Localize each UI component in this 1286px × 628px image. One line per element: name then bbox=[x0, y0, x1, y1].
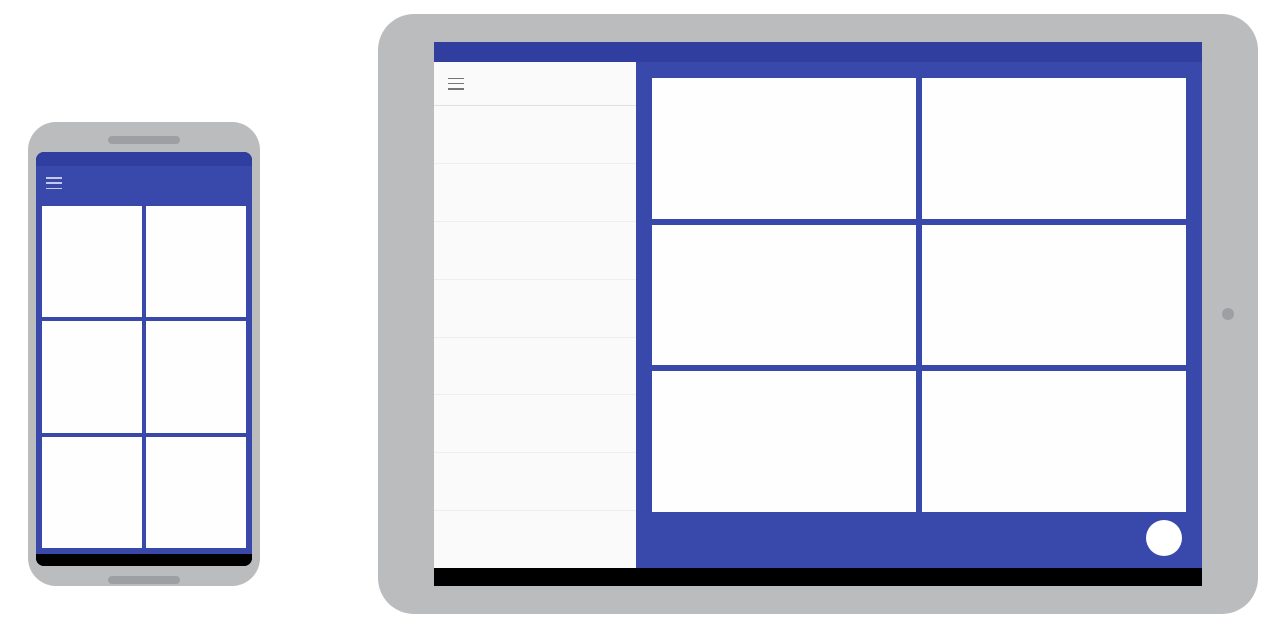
hamburger-menu-icon[interactable] bbox=[46, 177, 62, 189]
tablet-side-header bbox=[434, 62, 636, 106]
tablet-device-frame bbox=[378, 14, 1258, 614]
tablet-side-pane bbox=[434, 62, 636, 568]
list-item[interactable] bbox=[434, 280, 636, 338]
list-item[interactable] bbox=[434, 395, 636, 453]
phone-app-bar bbox=[36, 166, 252, 200]
tablet-body bbox=[434, 62, 1202, 568]
list-item[interactable] bbox=[434, 453, 636, 511]
grid-card[interactable] bbox=[42, 321, 142, 432]
grid-card[interactable] bbox=[652, 225, 916, 366]
list-item[interactable] bbox=[434, 511, 636, 568]
phone-nav-bar bbox=[36, 554, 252, 566]
phone-screen bbox=[36, 152, 252, 566]
phone-home-indicator bbox=[108, 576, 180, 584]
tablet-status-bar bbox=[434, 42, 1202, 62]
grid-card[interactable] bbox=[42, 206, 142, 317]
tablet-side-list bbox=[434, 106, 636, 568]
grid-card[interactable] bbox=[922, 225, 1186, 366]
grid-card[interactable] bbox=[146, 206, 246, 317]
list-item[interactable] bbox=[434, 338, 636, 396]
tablet-card-grid bbox=[652, 78, 1186, 512]
list-item[interactable] bbox=[434, 106, 636, 164]
tablet-screen bbox=[434, 42, 1202, 586]
phone-device-frame bbox=[28, 122, 260, 586]
fab-button[interactable] bbox=[1146, 520, 1182, 556]
hamburger-menu-icon[interactable] bbox=[448, 78, 464, 90]
phone-status-bar bbox=[36, 152, 252, 166]
tablet-main-pane bbox=[636, 62, 1202, 568]
phone-speaker bbox=[108, 136, 180, 144]
grid-card[interactable] bbox=[652, 371, 916, 512]
grid-card[interactable] bbox=[922, 78, 1186, 219]
grid-card[interactable] bbox=[146, 321, 246, 432]
list-item[interactable] bbox=[434, 164, 636, 222]
phone-content-area bbox=[36, 200, 252, 554]
grid-card[interactable] bbox=[146, 437, 246, 548]
list-item[interactable] bbox=[434, 222, 636, 280]
tablet-camera bbox=[1222, 308, 1234, 320]
grid-card[interactable] bbox=[42, 437, 142, 548]
grid-card[interactable] bbox=[922, 371, 1186, 512]
grid-card[interactable] bbox=[652, 78, 916, 219]
tablet-nav-bar bbox=[434, 568, 1202, 586]
tablet-bottom-bar bbox=[652, 512, 1186, 560]
phone-card-grid bbox=[42, 206, 246, 548]
